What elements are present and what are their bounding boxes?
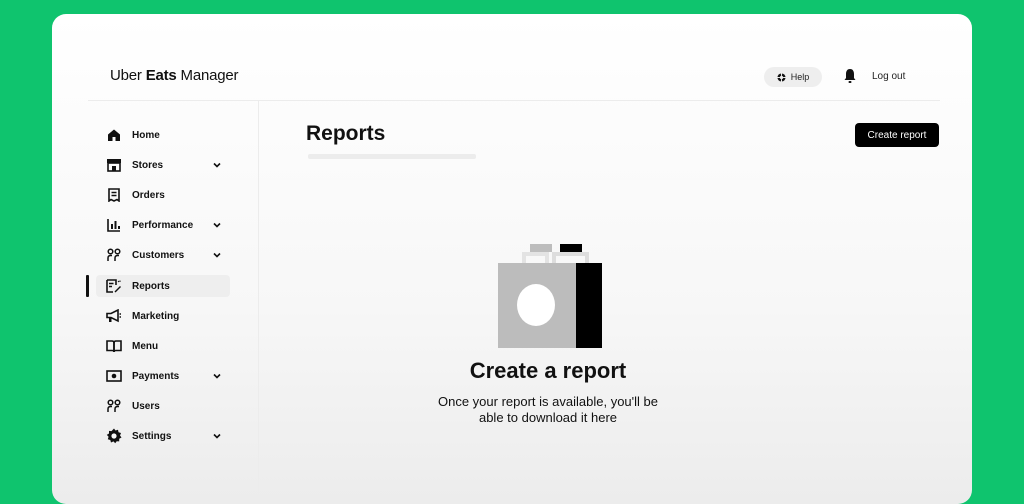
sidebar-item-label: Home <box>132 129 160 141</box>
sidebar-item-settings[interactable]: Settings <box>96 425 230 447</box>
page-title: Reports <box>306 122 386 145</box>
lifebuoy-icon <box>777 72 786 82</box>
bar-chart-icon <box>106 217 122 233</box>
sidebar-item-performance[interactable]: Performance <box>96 214 230 236</box>
sidebar-item-label: Stores <box>132 159 164 171</box>
sidebar-item-orders[interactable]: Orders <box>96 184 230 206</box>
home-icon <box>106 127 122 143</box>
sidebar-item-payments[interactable]: Payments <box>96 365 230 387</box>
receipt-icon <box>106 187 122 203</box>
top-bar: Uber Eats Manager Help Log out <box>88 64 940 101</box>
chevron-down-icon[interactable] <box>212 160 222 170</box>
empty-state-subtitle: Once your report is available, you'll be… <box>418 394 678 426</box>
sidebar-item-customers[interactable]: Customers <box>96 244 230 266</box>
help-label: Help <box>790 72 810 82</box>
sidebar-item-label: Performance <box>132 219 194 231</box>
active-indicator <box>86 275 89 297</box>
chevron-down-icon[interactable] <box>212 371 222 381</box>
sidebar-item-reports[interactable]: Reports <box>96 275 230 297</box>
bell-icon[interactable] <box>843 68 857 84</box>
sidebar-item-label: Orders <box>132 189 165 201</box>
brand-text-manager: Manager <box>176 67 239 84</box>
brand-text-eats: Eats <box>145 67 177 84</box>
sidebar-item-label: Users <box>132 400 160 412</box>
users-icon <box>106 398 122 414</box>
chevron-down-icon[interactable] <box>212 431 222 441</box>
sidebar-item-label: Settings <box>132 430 172 442</box>
sidebar-item-label: Marketing <box>132 310 180 322</box>
main-content: Reports Create report Create a report On… <box>258 100 940 504</box>
sidebar-item-label: Customers <box>132 249 185 261</box>
reports-icon <box>106 278 122 294</box>
empty-state-subtitle-line: Once your report is available, you'll be <box>438 394 658 409</box>
sidebar-item-menu[interactable]: Menu <box>96 335 230 357</box>
empty-state-title: Create a report <box>469 358 627 383</box>
help-button[interactable]: Help <box>764 67 822 87</box>
sidebar-item-label: Menu <box>132 340 159 352</box>
sidebar-item-label: Reports <box>132 280 170 292</box>
brand-logo[interactable]: Uber Eats Manager <box>110 67 239 84</box>
book-icon <box>106 338 122 354</box>
sidebar-item-users[interactable]: Users <box>96 395 230 417</box>
store-icon <box>106 157 122 173</box>
create-report-button[interactable]: Create report <box>855 123 939 147</box>
brand-text-uber: Uber <box>110 67 146 84</box>
title-underline <box>308 154 476 159</box>
sidebar-item-label: Payments <box>132 370 180 382</box>
payments-icon <box>106 368 122 384</box>
chevron-down-icon[interactable] <box>212 250 222 260</box>
megaphone-icon <box>106 308 122 324</box>
customers-icon <box>106 247 122 263</box>
sidebar-nav: Home Stores Orders Performance Customers… <box>86 100 259 504</box>
shopping-bag-illustration <box>498 244 602 348</box>
logout-link[interactable]: Log out <box>872 71 905 82</box>
chevron-down-icon[interactable] <box>212 220 222 230</box>
sidebar-item-stores[interactable]: Stores <box>96 154 230 176</box>
gear-icon <box>106 428 122 444</box>
sidebar-item-marketing[interactable]: Marketing <box>96 305 230 327</box>
sidebar-item-home[interactable]: Home <box>96 124 230 146</box>
app-window: Uber Eats Manager Help Log out Home Stor… <box>52 14 972 504</box>
empty-state-subtitle-line: able to download it here <box>478 410 618 425</box>
